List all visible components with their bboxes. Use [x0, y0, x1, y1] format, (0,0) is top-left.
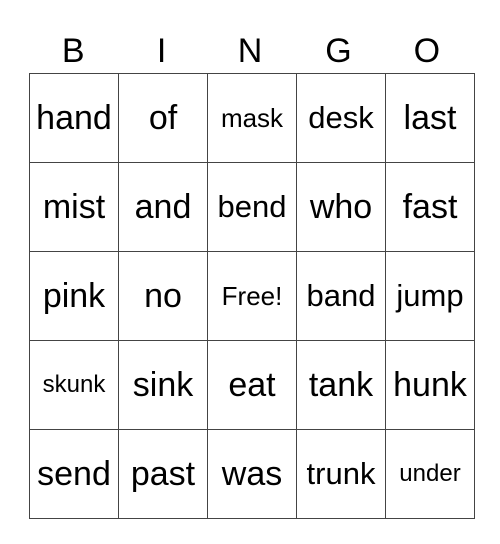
bingo-cell[interactable]: last: [385, 73, 475, 163]
bingo-cell[interactable]: fast: [385, 162, 475, 252]
bingo-cell[interactable]: pink: [29, 251, 119, 341]
header-letter-i: I: [156, 32, 167, 70]
bingo-cell[interactable]: skunk: [29, 340, 119, 430]
grid-row: pink no Free! band jump: [29, 251, 475, 341]
bingo-cell[interactable]: band: [296, 251, 386, 341]
header-letter-n: N: [237, 32, 263, 70]
bingo-grid: hand of mask desk last mist and bend who…: [29, 73, 475, 519]
bingo-cell[interactable]: of: [118, 73, 208, 163]
bingo-cell[interactable]: hunk: [385, 340, 475, 430]
bingo-cell[interactable]: sink: [118, 340, 208, 430]
bingo-cell[interactable]: under: [385, 429, 475, 519]
bingo-cell[interactable]: eat: [207, 340, 297, 430]
header-letter-o: O: [413, 32, 441, 70]
bingo-header: B I N G O: [29, 30, 471, 72]
header-letter-b: B: [61, 32, 85, 70]
free-space-cell[interactable]: Free!: [207, 251, 297, 341]
bingo-cell[interactable]: mist: [29, 162, 119, 252]
grid-row: skunk sink eat tank hunk: [29, 340, 475, 430]
bingo-cell[interactable]: who: [296, 162, 386, 252]
header-letter-g: G: [325, 32, 352, 70]
bingo-cell[interactable]: was: [207, 429, 297, 519]
bingo-cell[interactable]: no: [118, 251, 208, 341]
bingo-cell[interactable]: past: [118, 429, 208, 519]
grid-row: hand of mask desk last: [29, 73, 475, 163]
bingo-cell[interactable]: tank: [296, 340, 386, 430]
bingo-cell[interactable]: mask: [207, 73, 297, 163]
bingo-cell[interactable]: bend: [207, 162, 297, 252]
bingo-cell[interactable]: jump: [385, 251, 475, 341]
bingo-cell[interactable]: trunk: [296, 429, 386, 519]
bingo-cell[interactable]: and: [118, 162, 208, 252]
grid-row: mist and bend who fast: [29, 162, 475, 252]
grid-row: send past was trunk under: [29, 429, 475, 519]
bingo-cell[interactable]: hand: [29, 73, 119, 163]
bingo-cell[interactable]: send: [29, 429, 119, 519]
bingo-cell[interactable]: desk: [296, 73, 386, 163]
